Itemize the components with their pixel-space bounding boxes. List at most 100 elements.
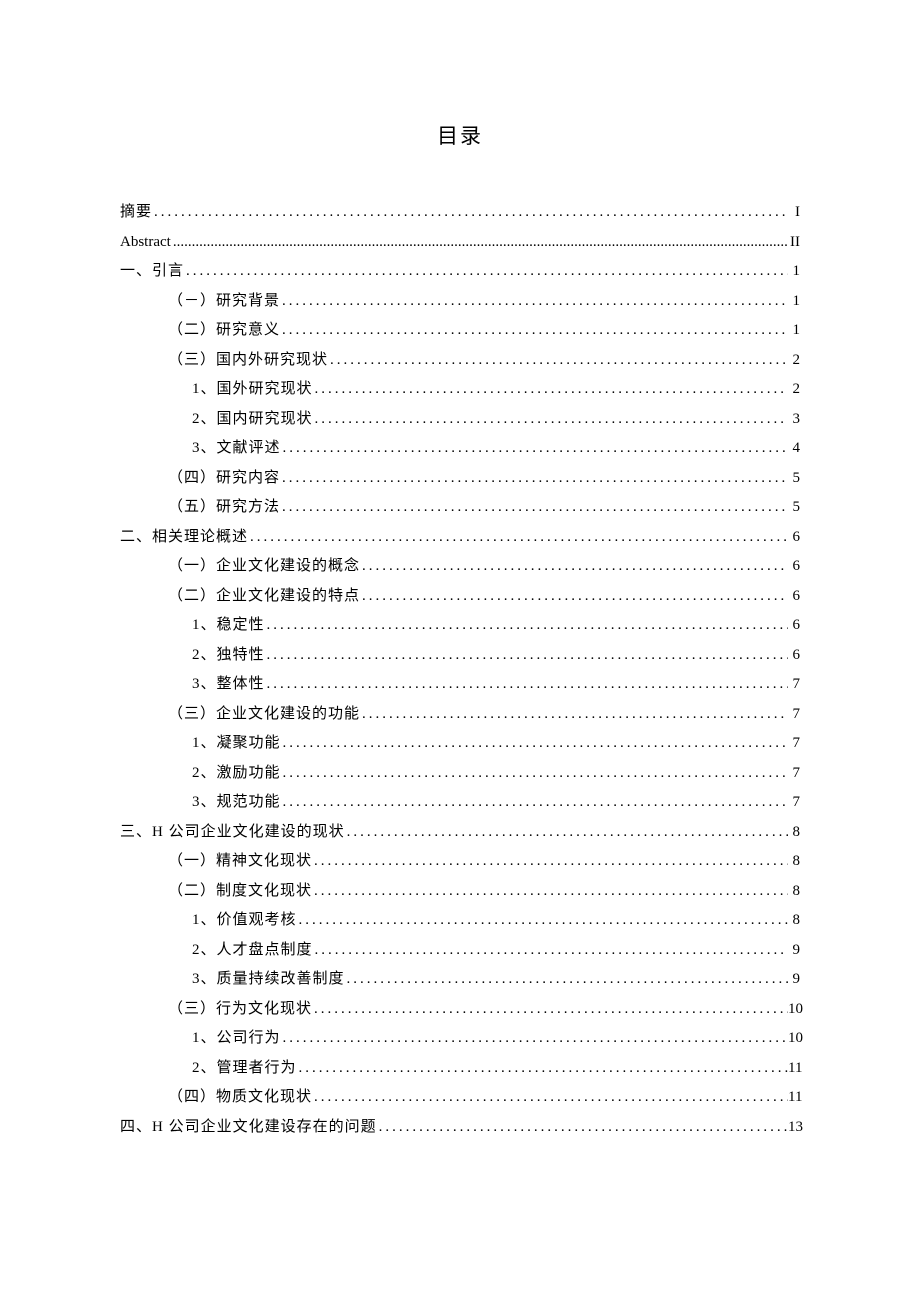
toc-leader-dots	[184, 264, 788, 279]
toc-entry: （五）研究方法5	[120, 500, 800, 515]
toc-entry-page: 7	[788, 736, 800, 751]
toc-leader-dots	[281, 1031, 788, 1046]
toc-entry: 1、凝聚功能 7	[120, 736, 800, 751]
toc-title: 目录	[120, 120, 800, 150]
toc-leader-dots	[281, 795, 788, 810]
toc-leader-dots	[345, 825, 788, 840]
toc-entry: 1、价值观考核 8	[120, 913, 800, 928]
toc-entry-label: 3、文献评述	[192, 441, 281, 456]
document-page: 目录 摘要IAbstractII一、引言1（－）研究背景1（二）研究意义1（三）…	[0, 0, 920, 1135]
toc-entry-label: （二）制度文化现状	[168, 884, 312, 899]
toc-entry: 一、引言 1	[120, 264, 800, 279]
toc-entry-label: 2、独特性	[192, 648, 265, 663]
toc-entry-page: II	[788, 235, 800, 250]
toc-entry-label: 1、价值观考核	[192, 913, 297, 928]
toc-entry-label: 摘要	[120, 205, 152, 220]
toc-entry-page: 9	[788, 972, 800, 987]
toc-entry-page: 1	[788, 323, 800, 338]
toc-entry: （三）国内外研究现状2	[120, 353, 800, 368]
toc-entry-page: 3	[788, 412, 800, 427]
toc-entry-label: （二）企业文化建设的特点	[168, 589, 360, 604]
toc-entry: 2、人才盘点制度 9	[120, 943, 800, 958]
toc-entry-label: 1、稳定性	[192, 618, 265, 633]
toc-entry-label: 1、公司行为	[192, 1031, 281, 1046]
toc-leader-dots	[265, 648, 788, 663]
toc-entry: （四）物质文化现状11	[120, 1090, 800, 1105]
toc-entry-page: 13	[788, 1120, 800, 1135]
toc-entry-label: （一）企业文化建设的概念	[168, 559, 360, 574]
toc-leader-dots	[360, 589, 788, 604]
toc-entry-label: 二、相关理论概述	[120, 530, 248, 545]
toc-entry-label: Abstract	[120, 235, 171, 250]
toc-leader-dots	[345, 972, 788, 987]
toc-leader-dots	[281, 766, 788, 781]
toc-entry-label: （四）物质文化现状	[168, 1090, 312, 1105]
toc-entry-page: 10	[788, 1031, 800, 1046]
toc-leader-dots	[312, 1090, 788, 1105]
toc-entry-page: 11	[788, 1061, 800, 1076]
toc-entry: 3、规范功能 7	[120, 795, 800, 810]
toc-entry: （三）行为文化现状 10	[120, 1002, 800, 1017]
toc-entry-page: 2	[788, 382, 800, 397]
toc-entry-label: 一、引言	[120, 264, 184, 279]
toc-entry-page: 6	[788, 530, 800, 545]
toc-entry-page: 6	[788, 618, 800, 633]
toc-leader-dots	[152, 205, 788, 220]
toc-entry-page: 2	[788, 353, 800, 368]
toc-entry: 三、H 公司企业文化建设的现状 8	[120, 825, 800, 840]
toc-entry: 3、质量持续改善制度 9	[120, 972, 800, 987]
toc-entry-page: 6	[788, 589, 800, 604]
toc-entry-page: 1	[788, 294, 800, 309]
toc-entry: Abstract II	[120, 235, 800, 250]
toc-entry-page: 10	[788, 1002, 800, 1017]
toc-entry-label: 三、H 公司企业文化建设的现状	[120, 825, 345, 840]
toc-entry: 摘要 I	[120, 205, 800, 220]
toc-entry-page: 8	[788, 913, 800, 928]
toc-entry-page: 7	[788, 766, 800, 781]
toc-entry-label: 2、人才盘点制度	[192, 943, 313, 958]
toc-entry-label: 四、H 公司企业文化建设存在的问题	[120, 1120, 377, 1135]
toc-entry-label: 3、规范功能	[192, 795, 281, 810]
toc-leader-dots	[265, 677, 788, 692]
toc-entry: 1、稳定性 6	[120, 618, 800, 633]
toc-entry: 1、国外研究现状 2	[120, 382, 800, 397]
toc-leader-dots	[312, 854, 788, 869]
toc-leader-dots	[171, 235, 788, 250]
toc-entry-page: 7	[788, 795, 800, 810]
toc-entry-page: 6	[788, 559, 800, 574]
toc-entry: 3、整体性7	[120, 677, 800, 692]
toc-entry: （二）制度文化现状 8	[120, 884, 800, 899]
toc-entry-page: 4	[788, 441, 800, 456]
toc-leader-dots	[280, 471, 788, 486]
toc-leader-dots	[377, 1120, 788, 1135]
toc-entry-label: （三）行为文化现状	[168, 1002, 312, 1017]
toc-entry-page: 8	[788, 854, 800, 869]
toc-entry-page: 8	[788, 884, 800, 899]
toc-entry-label: （五）研究方法	[168, 500, 280, 515]
toc-leader-dots	[265, 618, 788, 633]
toc-leader-dots	[313, 382, 788, 397]
toc-leader-dots	[281, 441, 788, 456]
toc-entry-label: 2、激励功能	[192, 766, 281, 781]
toc-leader-dots	[248, 530, 788, 545]
toc-entry-label: 3、整体性	[192, 677, 265, 692]
toc-entry-page: 5	[788, 471, 800, 486]
toc-entry-label: 2、国内研究现状	[192, 412, 313, 427]
toc-entry-label: 3、质量持续改善制度	[192, 972, 345, 987]
toc-entry: 2、激励功能 7	[120, 766, 800, 781]
toc-entry: 2、管理者行为11	[120, 1061, 800, 1076]
toc-entry-page: 7	[788, 707, 800, 722]
toc-entry-label: （四）研究内容	[168, 471, 280, 486]
toc-entry-label: 1、国外研究现状	[192, 382, 313, 397]
toc-entry: 2、国内研究现状 3	[120, 412, 800, 427]
toc-entry-page: 8	[788, 825, 800, 840]
toc-entry-label: 1、凝聚功能	[192, 736, 281, 751]
toc-entry: 2、独特性6	[120, 648, 800, 663]
toc-entry: （三）企业文化建设的功能7	[120, 707, 800, 722]
toc-entry-label: （二）研究意义	[168, 323, 280, 338]
toc-leader-dots	[360, 559, 788, 574]
toc-entry-page: 1	[788, 264, 800, 279]
toc-entry-page: 9	[788, 943, 800, 958]
table-of-contents: 摘要IAbstractII一、引言1（－）研究背景1（二）研究意义1（三）国内外…	[120, 205, 800, 1135]
toc-entry-page: I	[788, 205, 800, 220]
